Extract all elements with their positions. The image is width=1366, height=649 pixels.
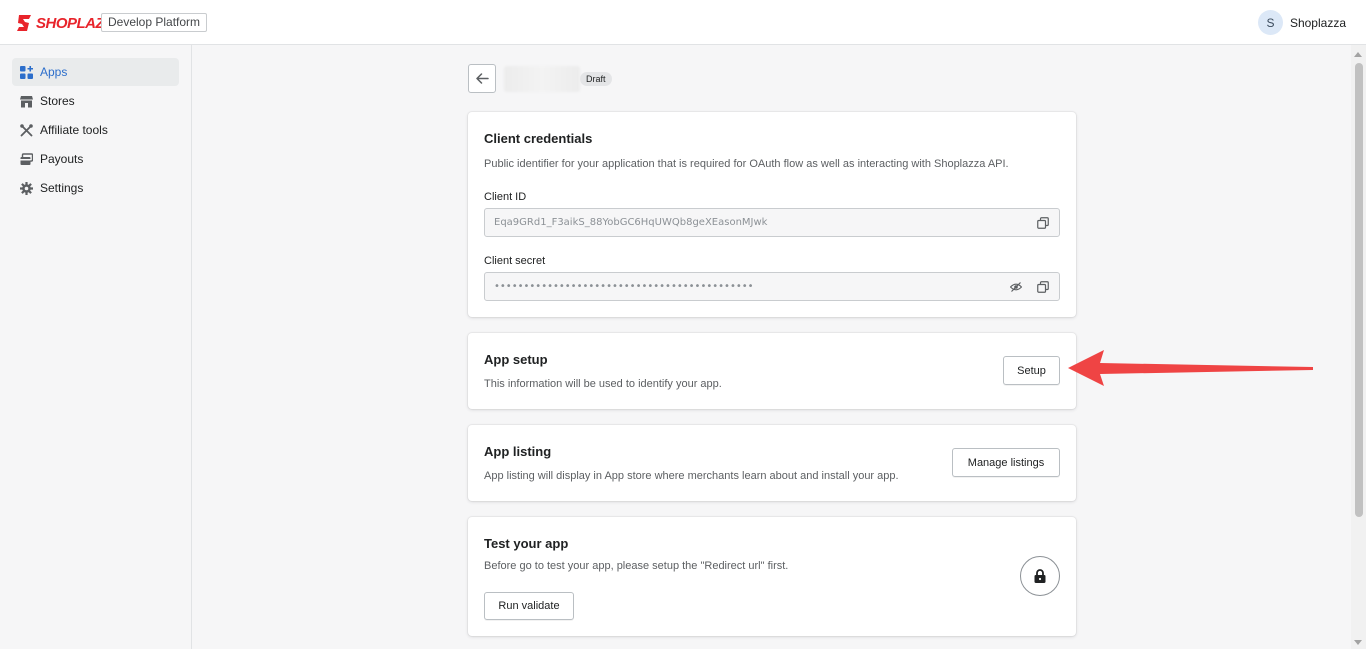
copy-icon[interactable]: [1037, 281, 1049, 293]
sidebar-item-label: Stores: [40, 94, 75, 108]
store-icon: [20, 95, 33, 107]
client-id-field[interactable]: Eqa9GRd1_F3aikS_88YobGC6HqUWQb8geXEasonM…: [484, 208, 1060, 237]
card-description: Before go to test your app, please setup…: [484, 560, 789, 572]
client-id-label: Client ID: [484, 191, 527, 203]
sidebar-item-affiliate-tools[interactable]: Affiliate tools: [12, 116, 179, 144]
card-title: Test your app: [484, 536, 569, 551]
page-header: Draft: [468, 64, 612, 93]
payouts-icon: [20, 152, 33, 165]
app-setup-card: App setup This information will be used …: [468, 333, 1076, 409]
test-app-card: Test your app Before go to test your app…: [468, 517, 1076, 636]
apps-grid-icon: [20, 65, 33, 79]
client-id-value: Eqa9GRd1_F3aikS_88YobGC6HqUWQb8geXEasonM…: [494, 217, 768, 228]
gear-icon: [20, 181, 33, 195]
run-validate-button[interactable]: Run validate: [484, 592, 574, 620]
lock-badge: [1020, 556, 1060, 596]
card-description: App listing will display in App store wh…: [484, 470, 899, 482]
client-secret-value: ••••••••••••••••••••••••••••••••••••••••…: [494, 281, 754, 292]
card-description: This information will be used to identif…: [484, 378, 722, 390]
back-button[interactable]: [468, 64, 496, 93]
setup-button[interactable]: Setup: [1003, 356, 1060, 385]
card-title: Client credentials: [484, 131, 593, 146]
sidebar-item-payouts[interactable]: Payouts: [12, 145, 179, 173]
client-credentials-card: Client credentials Public identifier for…: [468, 112, 1076, 317]
tools-icon: [20, 123, 33, 136]
client-secret-field[interactable]: ••••••••••••••••••••••••••••••••••••••••…: [484, 272, 1060, 301]
avatar[interactable]: S: [1257, 10, 1283, 35]
eye-hidden-icon[interactable]: [1010, 281, 1022, 293]
arrow-left-icon: [475, 73, 489, 84]
sidebar-item-label: Payouts: [40, 152, 84, 166]
lock-icon: [1034, 569, 1046, 583]
app-listing-card: App listing App listing will display in …: [468, 425, 1076, 501]
top-bar: SHOPLAZZA Develop Platform S Shoplazza: [0, 0, 1366, 45]
card-title: App setup: [484, 352, 548, 367]
scroll-down-arrow-icon[interactable]: [1354, 640, 1362, 645]
user-menu[interactable]: S Shoplazza: [1257, 10, 1346, 35]
shoplazza-logo-icon: [16, 14, 32, 32]
card-title: App listing: [484, 444, 552, 459]
scrollbar-thumb[interactable]: [1355, 63, 1363, 517]
sidebar-item-label: Apps: [40, 65, 68, 79]
scroll-up-arrow-icon[interactable]: [1354, 52, 1362, 57]
platform-tag: Develop Platform: [101, 13, 208, 32]
sidebar-item-apps[interactable]: Apps: [12, 58, 179, 86]
status-badge: Draft: [580, 71, 612, 86]
client-secret-label: Client secret: [484, 255, 546, 267]
user-name[interactable]: Shoplazza: [1290, 16, 1346, 30]
sidebar-item-label: Affiliate tools: [40, 123, 108, 137]
sidebar-item-settings[interactable]: Settings: [12, 174, 179, 202]
manage-listings-button[interactable]: Manage listings: [952, 448, 1060, 477]
sidebar-item-stores[interactable]: Stores: [12, 87, 179, 115]
sidebar: Apps Stores Affiliate tools Payouts Sett…: [0, 45, 192, 649]
sidebar-item-label: Settings: [40, 181, 84, 195]
copy-icon[interactable]: [1037, 217, 1049, 229]
card-description: Public identifier for your application t…: [484, 158, 1009, 170]
page-scrollbar[interactable]: [1351, 45, 1366, 649]
annotation-arrow-icon: [1068, 350, 1313, 386]
app-name-redacted: [504, 65, 580, 92]
